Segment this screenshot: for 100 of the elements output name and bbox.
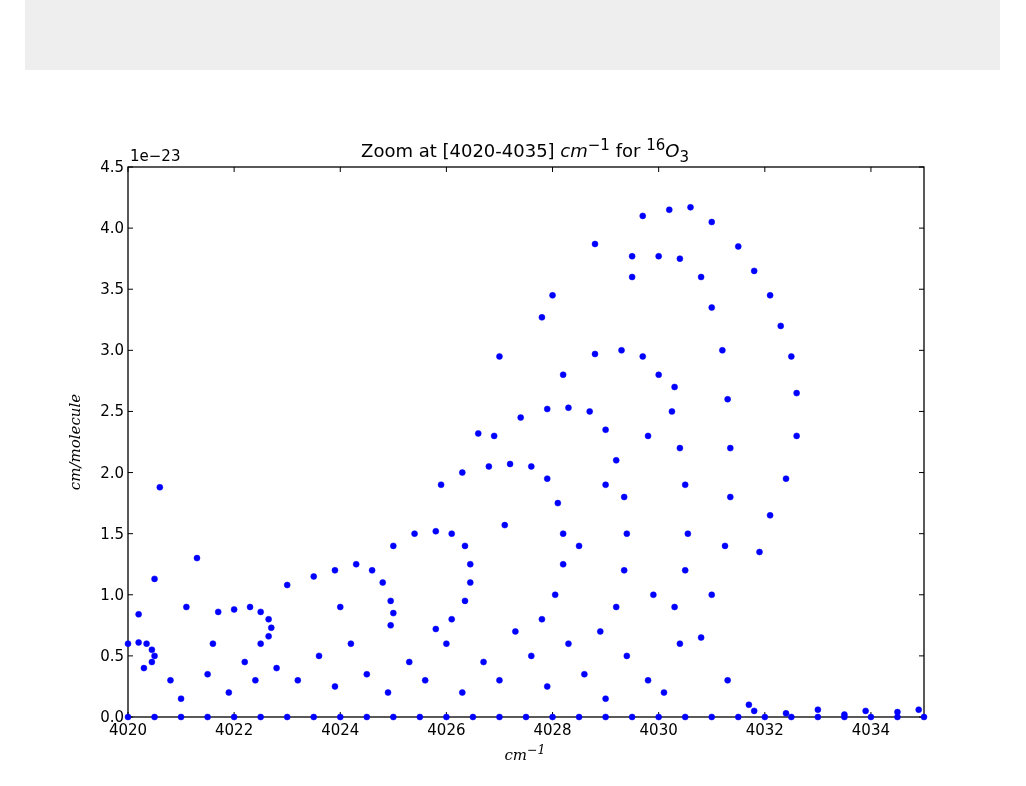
- data-point: [782, 475, 790, 482]
- data-point: [193, 554, 201, 562]
- data-point: [687, 204, 694, 211]
- data-point: [310, 713, 317, 721]
- data-point: [432, 527, 440, 535]
- tick-label: 4024: [321, 721, 360, 739]
- tick-label: 4.5: [100, 158, 124, 176]
- data-point: [761, 713, 769, 721]
- data-point: [719, 347, 726, 354]
- data-point: [183, 603, 190, 611]
- data-point: [602, 426, 609, 434]
- x-axis-label: cm$^{−1}$: [504, 742, 546, 764]
- data-point: [387, 622, 394, 629]
- data-point: [241, 658, 248, 666]
- tick-label: 1.5: [100, 524, 124, 543]
- data-point: [485, 463, 493, 470]
- data-point: [252, 677, 259, 684]
- data-point: [586, 408, 593, 415]
- data-point: [575, 713, 583, 721]
- data-point: [448, 530, 455, 537]
- data-point: [437, 481, 445, 489]
- data-point: [655, 713, 662, 721]
- tick-label: 4028: [533, 721, 572, 739]
- data-point: [528, 652, 535, 660]
- data-point: [496, 713, 503, 721]
- data-point: [639, 212, 646, 220]
- data-point: [204, 670, 211, 678]
- data-point: [551, 591, 559, 599]
- data-point: [668, 408, 676, 415]
- data-point: [708, 591, 715, 599]
- data-point: [676, 444, 684, 452]
- tick-label: 4022: [215, 721, 254, 739]
- data-point: [628, 713, 636, 721]
- tick-label: 4032: [745, 721, 784, 739]
- data-point: [315, 652, 323, 660]
- data-point: [544, 405, 551, 413]
- data-point: [283, 713, 291, 721]
- data-point: [467, 579, 474, 586]
- data-point: [337, 713, 344, 721]
- data-point: [602, 481, 609, 489]
- data-point: [448, 615, 455, 623]
- data-point: [496, 677, 503, 684]
- data-point: [620, 567, 628, 574]
- data-point: [684, 530, 692, 537]
- data-point: [379, 579, 386, 586]
- data-point: [390, 609, 397, 617]
- data-point: [347, 640, 355, 647]
- data-point: [294, 677, 302, 684]
- data-point: [727, 444, 734, 452]
- data-point: [618, 347, 625, 354]
- data-point: [416, 713, 424, 721]
- tick-label: 3.5: [100, 280, 124, 299]
- data-point: [676, 255, 684, 262]
- data-point: [411, 530, 418, 537]
- chart-title: Zoom at [4020-4035] cm$^{−1}$ for $^{16}$O$_{3}$: [361, 136, 689, 166]
- tick-label: 1.0: [100, 585, 124, 604]
- data-point: [490, 432, 498, 440]
- tick-label: 4030: [639, 721, 678, 739]
- data-point: [337, 603, 344, 611]
- data-point: [575, 542, 583, 550]
- data-point: [363, 713, 371, 721]
- data-point: [501, 521, 508, 529]
- data-point: [528, 463, 535, 470]
- data-point: [390, 542, 397, 550]
- data-point: [559, 371, 567, 379]
- data-point: [708, 218, 715, 226]
- data-point: [310, 573, 317, 580]
- tick-label: 4026: [427, 721, 466, 739]
- data-point: [559, 560, 567, 568]
- data-point: [766, 292, 774, 299]
- data-point: [544, 683, 551, 690]
- data-point: [461, 597, 469, 605]
- data-point: [124, 713, 132, 721]
- tick-label: 2.5: [100, 402, 124, 421]
- tick-label: 4034: [851, 721, 891, 739]
- data-point: [777, 322, 784, 330]
- data-point: [225, 689, 233, 696]
- data-point: [597, 628, 604, 635]
- data-point: [750, 267, 758, 275]
- data-point: [660, 689, 668, 696]
- data-point: [793, 389, 800, 397]
- data-point: [559, 530, 567, 537]
- data-point: [671, 603, 678, 611]
- tick-label: 0.5: [100, 646, 124, 665]
- data-point: [368, 567, 376, 574]
- data-point: [177, 695, 185, 702]
- data-point: [708, 713, 715, 721]
- data-point: [565, 640, 572, 647]
- data-point: [591, 350, 599, 358]
- data-point: [644, 432, 652, 440]
- data-point: [591, 240, 599, 248]
- data-point: [421, 677, 429, 684]
- data-point: [666, 206, 673, 214]
- data-point: [124, 640, 132, 647]
- data-point: [480, 658, 487, 666]
- data-point: [443, 713, 450, 721]
- data-point: [230, 606, 238, 613]
- data-point: [151, 575, 158, 583]
- data-point: [788, 353, 795, 360]
- data-point: [721, 542, 729, 550]
